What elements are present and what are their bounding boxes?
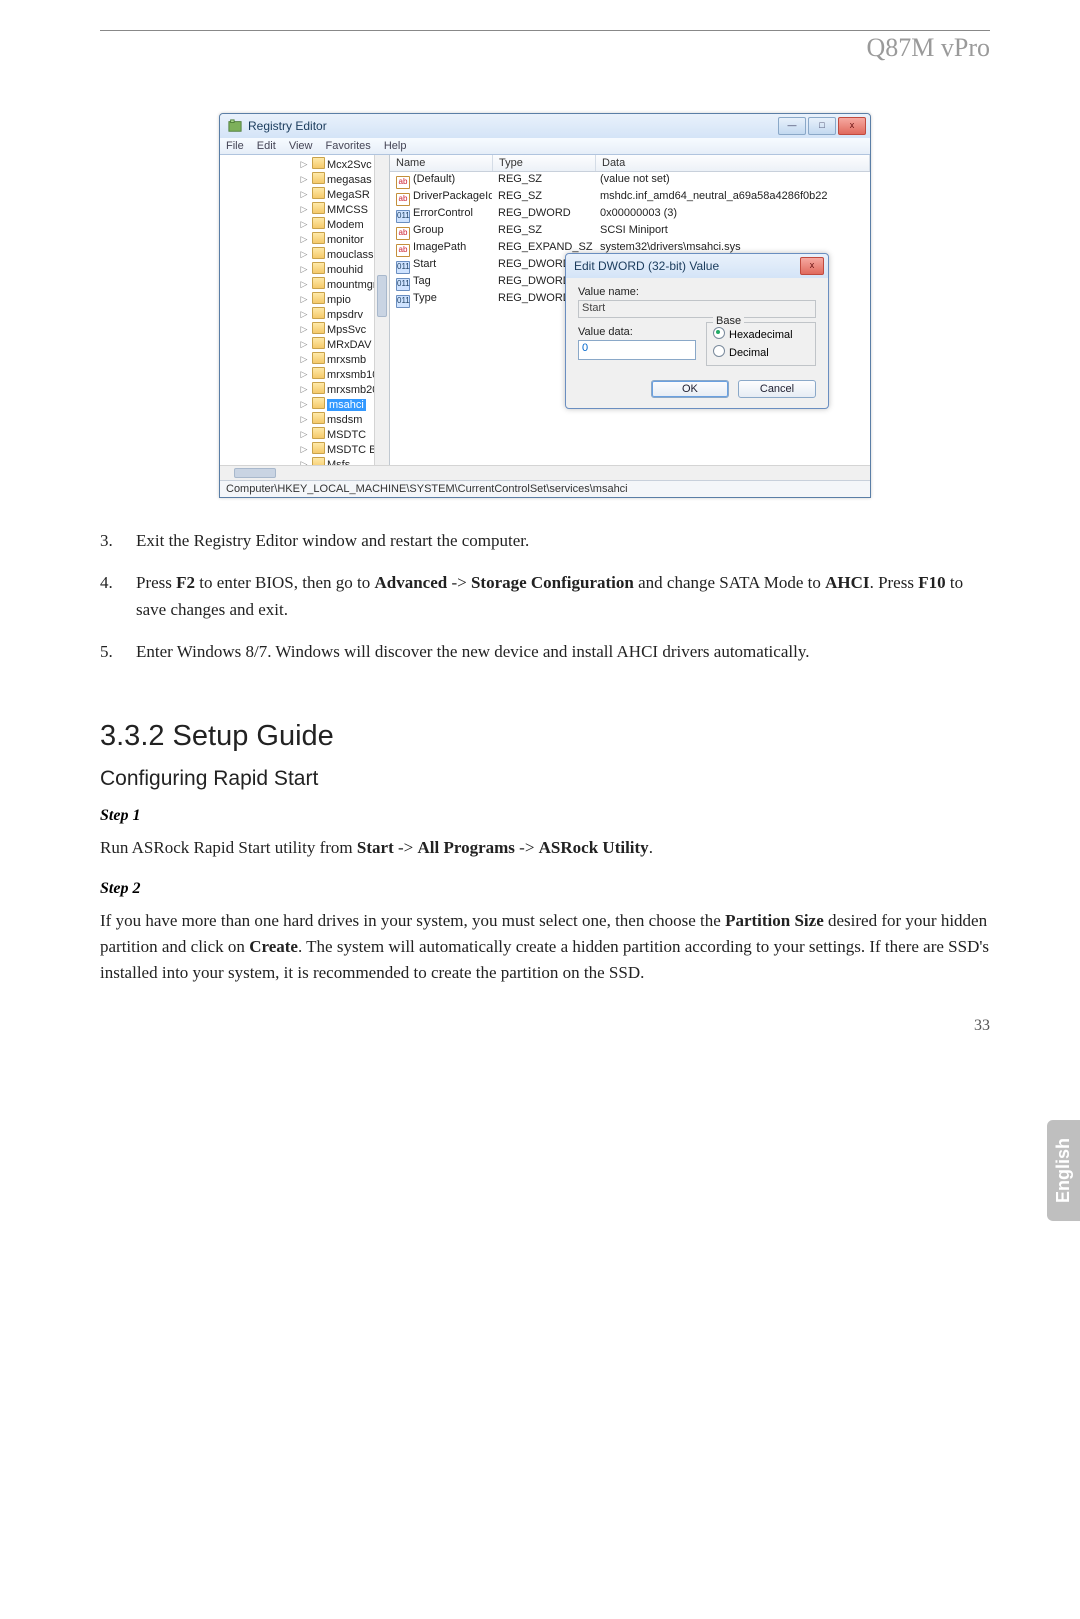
tree-item[interactable]: ▷monitor	[220, 232, 389, 247]
tree-item[interactable]: ▷MpsSvc	[220, 322, 389, 337]
value-row[interactable]: abDriverPackageIdREG_SZmshdc.inf_amd64_n…	[390, 189, 870, 206]
tree-item[interactable]: ▷mouhid	[220, 262, 389, 277]
tree-item[interactable]: ▷MegaSR	[220, 187, 389, 202]
tree-item[interactable]: ▷mountmgr	[220, 277, 389, 292]
radio-decimal[interactable]: Decimal	[713, 345, 809, 359]
section-title: 3.3.2 Setup Guide	[100, 720, 990, 753]
value-name-field: Start	[578, 300, 816, 318]
regedit-menu-bar[interactable]: File Edit View Favorites Help	[220, 138, 870, 155]
column-header-data[interactable]: Data	[596, 155, 870, 171]
regedit-window: Registry Editor — □ x File Edit View Fav…	[219, 113, 871, 498]
tree-item[interactable]: ▷mouclass	[220, 247, 389, 262]
value-data-input[interactable]: 0	[578, 340, 696, 360]
value-row[interactable]: ab(Default)REG_SZ(value not set)	[390, 172, 870, 189]
step2-body: If you have more than one hard drives in…	[100, 908, 990, 987]
regedit-tree-pane[interactable]: ▷Mcx2Svc▷megasas▷MegaSR▷MMCSS▷Modem▷moni…	[220, 155, 390, 465]
column-header-name[interactable]: Name	[390, 155, 493, 171]
cancel-button[interactable]: Cancel	[738, 380, 816, 398]
base-legend: Base	[713, 315, 744, 327]
tree-item[interactable]: ▷mpsdrv	[220, 307, 389, 322]
page-header-title: Q87M vPro	[100, 33, 990, 63]
tree-item[interactable]: ▷MSDTC	[220, 427, 389, 442]
column-header-type[interactable]: Type	[493, 155, 596, 171]
instruction-3: Exit the Registry Editor window and rest…	[100, 528, 990, 554]
tree-item[interactable]: ▷mrxsmb20	[220, 382, 389, 397]
regedit-app-icon	[228, 119, 242, 133]
tree-item[interactable]: ▷msdsm	[220, 412, 389, 427]
tree-item[interactable]: ▷MMCSS	[220, 202, 389, 217]
section-subhead: Configuring Rapid Start	[100, 767, 990, 791]
value-data-label: Value data:	[578, 326, 696, 338]
horizontal-scrollbar[interactable]	[220, 465, 870, 480]
tree-item[interactable]: ▷MRxDAV	[220, 337, 389, 352]
tree-item[interactable]: ▷MSDTC Bri	[220, 442, 389, 457]
minimize-button[interactable]: —	[778, 117, 806, 135]
tree-item[interactable]: ▷Modem	[220, 217, 389, 232]
regedit-window-title: Registry Editor	[248, 119, 778, 133]
instruction-4: Press F2 to enter BIOS, then go to Advan…	[100, 570, 990, 623]
tree-scrollbar[interactable]	[374, 155, 389, 465]
tree-item[interactable]: ▷megasas	[220, 172, 389, 187]
tree-item[interactable]: ▷mrxsmb	[220, 352, 389, 367]
value-name-label: Value name:	[578, 286, 816, 298]
tree-item[interactable]: ▷Msfs	[220, 457, 389, 465]
tree-item[interactable]: ▷msahci	[220, 397, 389, 412]
value-row[interactable]: abGroupREG_SZSCSI Miniport	[390, 223, 870, 240]
tree-item[interactable]: ▷mrxsmb10	[220, 367, 389, 382]
dialog-title: Edit DWORD (32-bit) Value	[574, 259, 800, 273]
close-button[interactable]: x	[838, 117, 866, 135]
tree-item[interactable]: ▷mpio	[220, 292, 389, 307]
menu-edit[interactable]: Edit	[257, 140, 276, 152]
step2-label: Step 2	[100, 880, 990, 898]
step1-label: Step 1	[100, 807, 990, 825]
menu-help[interactable]: Help	[384, 140, 407, 152]
menu-view[interactable]: View	[289, 140, 313, 152]
edit-dword-dialog: Edit DWORD (32-bit) Value x Value name: …	[565, 253, 829, 409]
page-number: 33	[974, 1017, 990, 1035]
menu-file[interactable]: File	[226, 140, 244, 152]
menu-favorites[interactable]: Favorites	[326, 140, 371, 152]
tree-item[interactable]: ▷Mcx2Svc	[220, 157, 389, 172]
dialog-close-button[interactable]: x	[800, 257, 824, 275]
value-row[interactable]: 011ErrorControlREG_DWORD0x00000003 (3)	[390, 206, 870, 223]
maximize-button[interactable]: □	[808, 117, 836, 135]
ok-button[interactable]: OK	[651, 380, 729, 398]
language-tab: English	[1047, 1120, 1080, 1221]
step1-body: Run ASRock Rapid Start utility from Star…	[100, 835, 990, 861]
radio-hexadecimal[interactable]: Hexadecimal	[713, 327, 809, 341]
instruction-5: Enter Windows 8/7. Windows will discover…	[100, 639, 990, 665]
regedit-statusbar: Computer\HKEY_LOCAL_MACHINE\SYSTEM\Curre…	[220, 480, 870, 497]
regedit-values-pane[interactable]: Name Type Data ab(Default)REG_SZ(value n…	[390, 155, 870, 465]
